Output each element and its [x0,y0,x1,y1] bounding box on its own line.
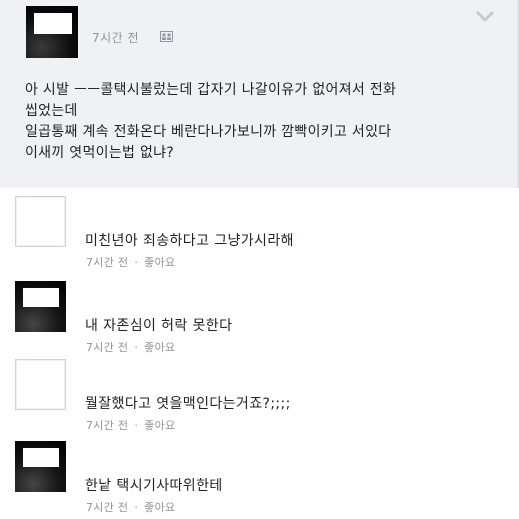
post-card: 7시간 전 아 시발 ㅡㅡ콜택시불렀는데 갑자기 나갈이유가 없어져서 전화 씹… [0,0,519,188]
like-link[interactable]: 좋아요 [144,256,175,269]
post-author-avatar[interactable] [26,6,78,58]
comment-timestamp[interactable]: 7시간 전 [86,256,128,269]
post-body-line: 일곱통째 계속 전화온다 베란다나가보니까 깜빡이키고 서있다 [25,124,392,140]
comment-meta: 7시간 전 · 좋아요 [86,339,175,355]
avatar-censor-mask [23,288,59,307]
separator-dot: · [134,419,139,432]
comment-timestamp[interactable]: 7시간 전 [86,341,128,354]
comment-item: 미친년아 죄송하다고 그냥가시라해 7시간 전 · 좋아요 [0,196,519,276]
commenter-avatar[interactable] [15,359,66,410]
commenter-avatar[interactable] [15,281,66,332]
comment-meta: 7시간 전 · 좋아요 [86,254,175,270]
like-link[interactable]: 좋아요 [144,501,175,514]
commenter-avatar[interactable] [15,196,66,247]
comment-timestamp[interactable]: 7시간 전 [86,501,128,514]
chevron-down-icon[interactable] [476,10,494,24]
comment-timestamp[interactable]: 7시간 전 [86,419,128,432]
post-timestamp[interactable]: 7시간 전 [92,29,139,46]
comment-item: 한낱 택시기사따위한테 7시간 전 · 좋아요 [0,441,519,519]
post-body-line: 씹었는데 [25,103,78,119]
separator-dot: · [134,501,139,514]
post-body-text: 아 시발 ㅡㅡ콜택시불렀는데 갑자기 나갈이유가 없어져서 전화 씹었는데 일곱… [25,80,495,164]
commenter-avatar[interactable] [15,441,66,492]
comment-meta: 7시간 전 · 좋아요 [86,417,175,433]
post-body-line: 이새끼 엿먹이는법 없냐? [25,145,175,161]
comment-meta: 7시간 전 · 좋아요 [86,499,175,515]
separator-dot: · [134,256,139,269]
avatar-censor-mask [23,448,59,467]
comment-text: 내 자존심이 허락 못한다 [85,318,233,334]
comment-text: 한낱 택시기사따위한테 [85,478,223,494]
like-link[interactable]: 좋아요 [144,419,175,432]
post-body-line: 아 시발 ㅡㅡ콜택시불렀는데 갑자기 나갈이유가 없어져서 전화 [25,82,397,98]
comment-text: 뭘잘했다고 엿을맥인다는거죠?;;;; [85,396,291,412]
comment-item: 내 자존심이 허락 못한다 7시간 전 · 좋아요 [0,281,519,361]
feed-page: 7시간 전 아 시발 ㅡㅡ콜택시불렀는데 갑자기 나갈이유가 없어져서 전화 씹… [0,0,519,519]
friends-icon[interactable] [160,31,173,42]
comment-item: 뭘잘했다고 엿을맥인다는거죠?;;;; 7시간 전 · 좋아요 [0,359,519,439]
like-link[interactable]: 좋아요 [144,341,175,354]
separator-dot: · [134,341,139,354]
avatar-censor-mask [34,13,72,34]
comment-text: 미친년아 죄송하다고 그냥가시라해 [85,233,294,249]
